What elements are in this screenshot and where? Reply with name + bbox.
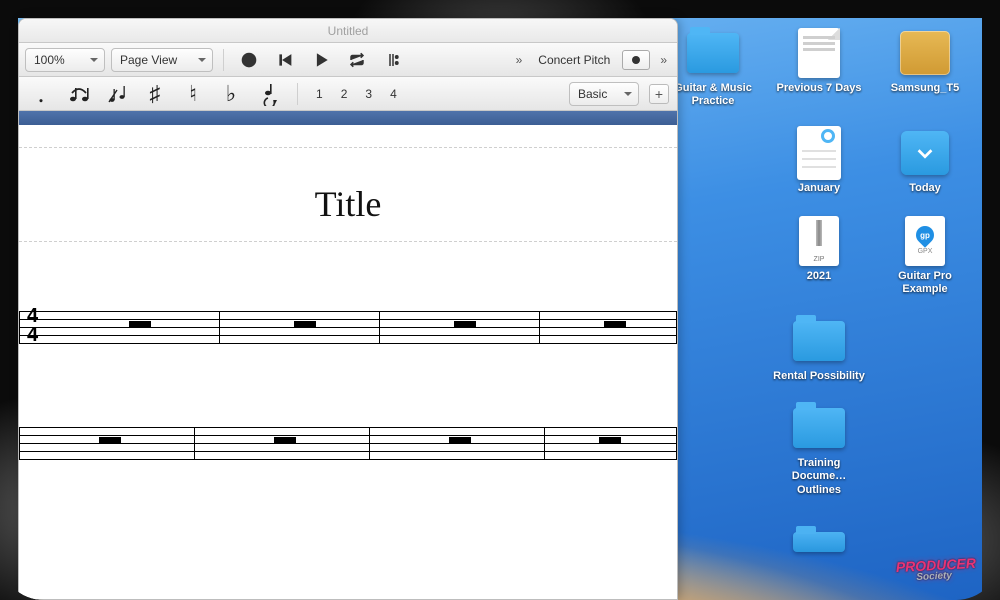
whole-rest-icon[interactable] <box>129 321 151 327</box>
zoom-select[interactable]: 100% <box>25 48 105 72</box>
desktop-icon-label: Today <box>909 182 941 195</box>
workspace-select[interactable]: Basic <box>569 82 639 106</box>
title-frame[interactable]: Title <box>19 125 677 255</box>
desktop-drive-samsung-t5[interactable]: Samsung_T5 <box>876 30 974 108</box>
voice-3-button[interactable]: 3 <box>361 87 376 101</box>
toolbar-separator <box>223 49 224 71</box>
gpx-file-icon: GPX <box>905 216 945 266</box>
desktop-icon-grid: Guitar & Music Practice Previous 7 Days … <box>664 30 974 565</box>
desktop-icon-label: January <box>798 182 840 195</box>
repeat-bar-button[interactable] <box>378 47 408 73</box>
whole-rest-icon[interactable] <box>599 437 621 443</box>
image-capture-button[interactable] <box>622 50 650 70</box>
desktop-folder-rental-possibility[interactable]: Rental Possibility <box>770 318 868 383</box>
screen-frame: Guitar & Music Practice Previous 7 Days … <box>0 0 1000 600</box>
score-title-text[interactable]: Title <box>19 183 677 225</box>
desktop-file-january[interactable]: January <box>770 130 868 195</box>
add-workspace-button[interactable]: + <box>649 84 669 104</box>
desktop-icon-label: Samsung_T5 <box>891 82 959 95</box>
whole-rest-icon[interactable] <box>454 321 476 327</box>
sharp-button[interactable]: ♯ <box>141 80 169 108</box>
tie-button[interactable] <box>65 80 93 108</box>
toolbar-notation: . ♯ ♮ ♭ 1 2 3 4 Basic + <box>19 77 677 111</box>
folder-icon <box>687 33 739 73</box>
voice-2-button[interactable]: 2 <box>337 87 352 101</box>
desktop-icon-label: 2021 <box>807 270 831 283</box>
concert-pitch-toggle[interactable]: Concert Pitch <box>532 53 616 67</box>
time-signature[interactable]: 44 <box>27 307 38 345</box>
overflow-chevron-icon[interactable]: » <box>512 53 527 67</box>
midi-input-button[interactable] <box>234 47 264 73</box>
desktop-folder-partial[interactable] <box>770 519 868 565</box>
rewind-button[interactable] <box>270 47 300 73</box>
overflow-chevron-icon[interactable]: » <box>656 53 671 67</box>
flip-stem-button[interactable] <box>255 80 283 108</box>
staff-system-1[interactable]: 44 <box>19 299 677 355</box>
external-drive-icon <box>900 31 950 75</box>
frame-boundary-top <box>19 147 677 148</box>
flat-button[interactable]: ♭ <box>217 80 245 108</box>
desktop-icon-label: Training Docume…Outlines <box>770 457 868 497</box>
folder-icon <box>793 532 845 552</box>
grace-note-button[interactable] <box>103 80 131 108</box>
camera-icon <box>632 56 640 64</box>
natural-button[interactable]: ♮ <box>179 80 207 108</box>
desktop-folder-today[interactable]: Today <box>876 130 974 195</box>
desktop-file-guitarpro-example[interactable]: GPX Guitar Pro Example <box>876 218 974 296</box>
score-viewport[interactable]: Title 44 <box>19 111 677 599</box>
calendar-doc-icon <box>797 126 841 180</box>
desktop-file-previous7days[interactable]: Previous 7 Days <box>770 30 868 108</box>
whole-rest-icon[interactable] <box>99 437 121 443</box>
whole-rest-icon[interactable] <box>294 321 316 327</box>
loop-button[interactable] <box>342 47 372 73</box>
score-page[interactable]: Title 44 <box>19 125 677 599</box>
desktop-icon-label: Previous 7 Days <box>777 82 862 95</box>
desktop-icon-label: Guitar Pro Example <box>876 270 974 296</box>
dot-duration-button[interactable]: . <box>27 80 55 108</box>
staff-system-2[interactable] <box>19 415 677 471</box>
zip-archive-icon: ZIP <box>799 216 839 266</box>
whole-rest-icon[interactable] <box>274 437 296 443</box>
musescore-window: Untitled 100% Page View » Concert Pi <box>18 18 678 600</box>
window-titlebar[interactable]: Untitled <box>19 19 677 43</box>
toolbar-separator <box>297 83 298 105</box>
voice-1-button[interactable]: 1 <box>312 87 327 101</box>
toolbar-primary: 100% Page View » Concert Pitch » <box>19 43 677 77</box>
play-button[interactable] <box>306 47 336 73</box>
frame-boundary-bottom <box>19 241 677 242</box>
whole-rest-icon[interactable] <box>604 321 626 327</box>
document-icon <box>798 28 840 78</box>
folder-icon <box>793 321 845 361</box>
desktop-archive-2021[interactable]: ZIP 2021 <box>770 218 868 296</box>
desktop-folder-guitar-music[interactable]: Guitar & Music Practice <box>664 30 762 108</box>
folder-icon <box>793 408 845 448</box>
desktop-icon-label: Guitar & Music Practice <box>664 82 762 108</box>
dropdown-folder-icon <box>901 131 949 175</box>
voice-4-button[interactable]: 4 <box>386 87 401 101</box>
desktop-icon-label: Rental Possibility <box>773 370 865 383</box>
view-mode-select[interactable]: Page View <box>111 48 213 72</box>
whole-rest-icon[interactable] <box>449 437 471 443</box>
window-title: Untitled <box>328 24 369 38</box>
desktop-folder-training-docs[interactable]: Training Docume…Outlines <box>770 405 868 497</box>
selection-bar <box>19 111 677 125</box>
